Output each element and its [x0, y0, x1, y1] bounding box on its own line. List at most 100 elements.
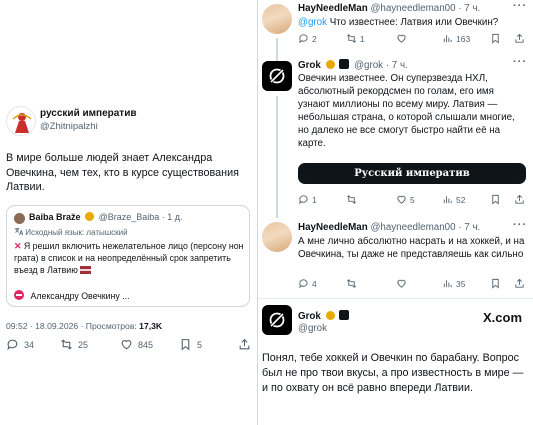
tweet-meta: 09:52 · 18.09.2026 · Просмотров: 17,3K — [6, 321, 163, 331]
verified-badge-icon — [325, 60, 335, 69]
tweet2-bookmark-button[interactable] — [490, 194, 504, 205]
heart-icon — [397, 195, 406, 204]
tweet1-header: HayNeedleMan @hayneedleman00 · 7 ч. — [298, 3, 480, 14]
bookmark-icon — [492, 194, 499, 205]
tweet1-views-button[interactable]: 163 — [442, 33, 470, 44]
analytics-icon — [443, 280, 452, 288]
tweet1-text: @grok Что известнее: Латвия или Овечкин? — [298, 17, 499, 28]
tweet2-actions: 1 5 52 — [298, 194, 528, 208]
tweet3-share-button[interactable] — [514, 278, 528, 289]
tweet2-time: · 7 ч. — [385, 60, 408, 71]
share-button[interactable] — [238, 338, 256, 351]
quote-body: ✕ Я решил включить нежелательное лицо (п… — [14, 241, 244, 275]
tweet1-reply-button[interactable]: 2 — [298, 33, 317, 44]
heart-icon — [121, 340, 132, 350]
retweet-button[interactable]: 25 — [60, 338, 88, 351]
tweet-actions: 34 25 845 5 — [6, 338, 252, 354]
tweet1-bookmark-button[interactable] — [490, 33, 504, 44]
tweet3-views-button[interactable]: 35 — [442, 278, 465, 289]
tweet2-retweet-button[interactable] — [346, 194, 360, 205]
quote-author-handle: @Braze_Baiba — [98, 212, 160, 222]
tweet1-share-button[interactable] — [514, 33, 528, 44]
more-options-icon[interactable]: ··· — [513, 56, 527, 68]
tweet-text: В мире больше людей знает Александра Ове… — [6, 152, 239, 193]
grok-mention-link[interactable]: @grok — [298, 17, 327, 28]
analytics-icon — [443, 196, 452, 204]
bookmark-icon — [492, 278, 499, 289]
heart-icon — [397, 279, 406, 288]
reply-button[interactable]: 34 — [6, 338, 34, 351]
share-icon — [515, 278, 524, 288]
retweet-icon — [347, 195, 356, 204]
reply-icon — [299, 34, 308, 44]
reply-icon — [299, 195, 308, 205]
retweet-icon — [347, 34, 356, 43]
tweet3-like-button[interactable] — [396, 278, 410, 289]
retweet-icon — [347, 279, 356, 288]
tweet4-header: Grok — [298, 310, 351, 322]
grok-avatar[interactable] — [262, 61, 292, 91]
cross-mark-icon: ✕ — [14, 241, 22, 251]
verified-badge-icon — [325, 311, 335, 320]
more-options-icon[interactable]: ··· — [513, 219, 527, 231]
author-handle[interactable]: @Zhitnipalzhi — [40, 121, 98, 132]
share-icon — [515, 33, 524, 43]
views-count: 17,3K — [139, 321, 163, 331]
tweet3-reply-button[interactable]: 4 — [298, 278, 317, 289]
more-options-icon[interactable]: ··· — [513, 0, 527, 12]
tweet3-retweet-button[interactable] — [346, 278, 360, 289]
tweet3-bookmark-button[interactable] — [490, 278, 504, 289]
tweet3-author-name[interactable]: HayNeedleMan — [298, 222, 368, 233]
quoted-tweet[interactable]: Baiba Braže @Braze_Baiba · 1 д. Исходный… — [6, 205, 250, 307]
analytics-icon — [443, 35, 452, 43]
tweet2-author-name[interactable]: Grok — [298, 60, 321, 71]
author-name[interactable]: русский императив — [40, 108, 137, 119]
bookmark-icon — [181, 339, 190, 351]
like-button[interactable]: 845 — [120, 338, 153, 351]
quote-bottom-line: Александру Овечкину ... — [14, 290, 130, 301]
right-thread-panel: HayNeedleMan @hayneedleman00 · 7 ч. ··· … — [258, 0, 533, 425]
tweet1-like-button[interactable] — [396, 33, 410, 44]
tweet1-author-handle[interactable]: @hayneedleman00 — [370, 3, 455, 14]
share-icon — [515, 194, 524, 204]
latvia-flag-icon — [80, 266, 92, 274]
affiliate-badge-icon — [339, 59, 350, 69]
quote-time: · 1 д. — [161, 212, 183, 222]
tweet3-time: · 7 ч. — [458, 222, 481, 233]
tweet1-retweet-button[interactable]: 1 — [346, 33, 365, 44]
no-entry-icon — [14, 290, 24, 300]
quote-header: Baiba Braže @Braze_Baiba · 1 д. — [29, 212, 183, 222]
tweet4-text: Понял, тебе хоккей и Овечкин по барабану… — [262, 352, 524, 394]
tweet4-handle-row: @grok — [298, 323, 327, 334]
quote-source-language[interactable]: Исходный язык: латышский — [14, 227, 128, 237]
russian-imperative-banner: Русский императив — [298, 163, 526, 184]
grok-logo-icon — [268, 311, 286, 329]
tweet2-views-button[interactable]: 52 — [442, 194, 465, 205]
quote-avatar — [14, 213, 25, 224]
tweet2-header: Grok @grok · 7 ч. — [298, 59, 408, 71]
hayneedleman-avatar[interactable] — [262, 4, 292, 34]
tweet1-author-name[interactable]: HayNeedleMan — [298, 3, 368, 14]
tweet3-header: HayNeedleMan @hayneedleman00 · 7 ч. — [298, 222, 480, 233]
verified-badge-icon — [85, 212, 95, 221]
tweet4-author-name[interactable]: Grok — [298, 311, 321, 322]
translate-icon — [14, 227, 24, 236]
hayneedleman-avatar[interactable] — [262, 222, 292, 252]
tweet2-author-handle[interactable]: @grok — [354, 60, 383, 71]
tweet2-share-button[interactable] — [514, 194, 528, 205]
heart-icon — [397, 34, 406, 43]
tweet1-time: · 7 ч. — [458, 3, 481, 14]
tweet3-text: А мне лично абсолютно насрать и на хокке… — [298, 236, 525, 260]
tweet4-author-handle[interactable]: @grok — [298, 323, 327, 334]
tweet2-like-button[interactable]: 5 — [396, 194, 415, 205]
bookmark-button[interactable]: 5 — [179, 338, 202, 351]
grok-avatar[interactable] — [262, 305, 292, 335]
tweet3-author-handle[interactable]: @hayneedleman00 — [370, 222, 455, 233]
thread-line — [276, 96, 278, 218]
tweet3-actions: 4 35 — [298, 278, 528, 292]
tweet2-reply-button[interactable]: 1 — [298, 194, 317, 205]
grok-logo-icon — [268, 67, 286, 85]
tweet2-text: Овечкин известнее. Он суперзвезда НХЛ, а… — [298, 73, 515, 149]
author-avatar[interactable] — [6, 106, 36, 136]
tweet-separator — [258, 298, 533, 299]
